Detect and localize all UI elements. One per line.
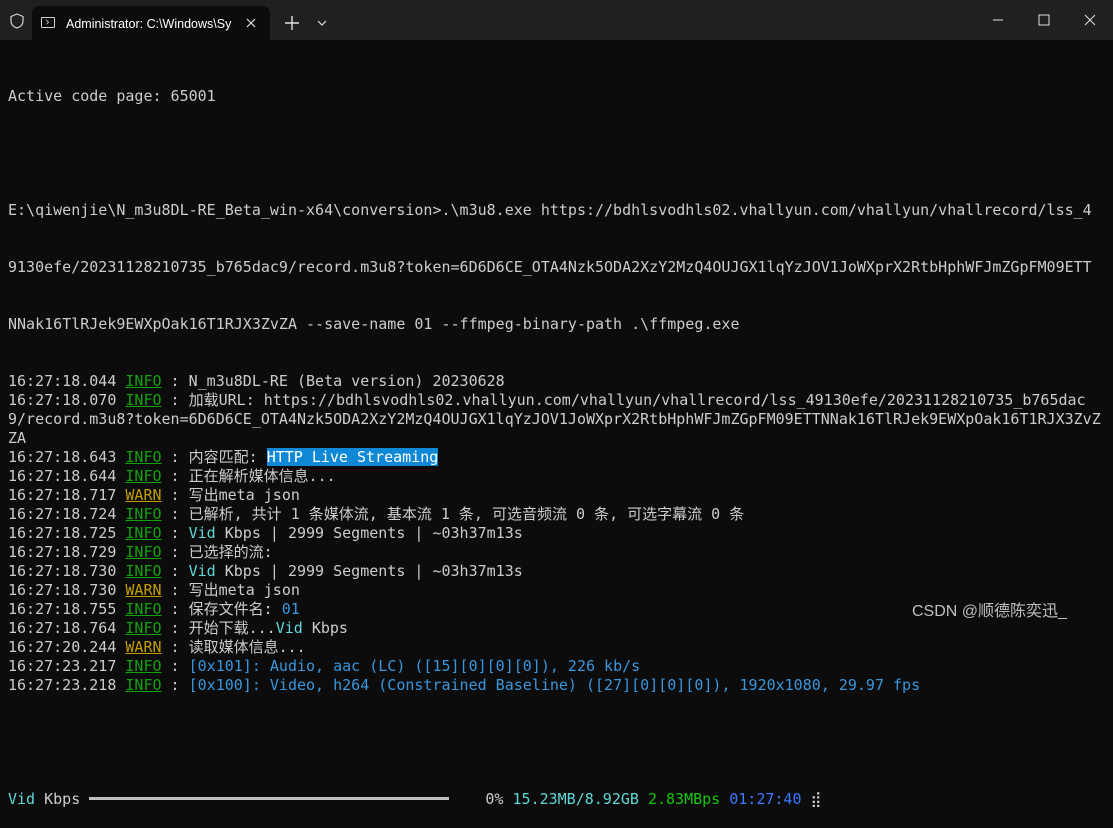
log-timestamp: 16:27:18.044 xyxy=(8,372,117,390)
log-message: 开始下载... xyxy=(188,619,276,637)
log-output: 16:27:18.044 INFO : N_m3u8DL-RE (Beta ve… xyxy=(8,372,1103,695)
log-level: INFO xyxy=(125,619,162,637)
log-line: 9/record.m3u8?token=6D6D6CE_OTA4Nzk5ODA2… xyxy=(8,410,1103,429)
log-line: 16:27:18.643 INFO : 内容匹配: HTTP Live Stre… xyxy=(8,448,439,466)
log-message: 已选择的流: xyxy=(188,543,273,561)
progress-bar xyxy=(89,797,450,800)
terminal-output[interactable]: Active code page: 65001 E:\qiwenjie\N_m3… xyxy=(8,49,1103,828)
tab-title: Administrator: C:\Windows\Sy xyxy=(66,17,232,31)
log-line: 16:27:18.717 WARN : 写出meta json xyxy=(8,486,300,504)
log-message: 保存文件名: xyxy=(188,600,282,618)
log-timestamp: 16:27:18.070 xyxy=(8,391,117,409)
log-detail: 01 xyxy=(281,600,300,618)
watermark: CSDN @顺德陈奕迅_ xyxy=(912,603,1067,620)
log-level: INFO xyxy=(125,372,162,390)
progress-stream-label: Vid xyxy=(8,790,36,808)
log-timestamp: 16:27:18.764 xyxy=(8,619,117,637)
log-line: 16:27:23.218 INFO : [0x100]: Video, h264… xyxy=(8,676,921,694)
progress-percent: 0% xyxy=(485,790,504,808)
progress-size: 15.23MB/8.92GB xyxy=(512,790,639,808)
chevron-down-icon[interactable] xyxy=(312,13,332,33)
log-level: INFO xyxy=(125,391,162,409)
progress-stream-suffix: Kbps xyxy=(35,790,81,808)
progress-speed: 2.83MBps xyxy=(647,790,721,808)
command-line: NNak16TlRJek9EWXpOak16T1RJX3ZvZA --save-… xyxy=(8,315,740,333)
log-timestamp: 16:27:18.644 xyxy=(8,467,117,485)
terminal-tab[interactable]: Administrator: C:\Windows\Sy xyxy=(32,6,270,40)
log-line: 16:27:18.725 INFO : Vid Kbps | 2999 Segm… xyxy=(8,524,523,542)
log-line: 16:27:18.764 INFO : 开始下载...Vid Kbps xyxy=(8,619,348,637)
log-message: 已解析, 共计 1 条媒体流, 基本流 1 条, 可选音频流 0 条, 可选字幕… xyxy=(188,505,745,523)
log-timestamp: 16:27:18.717 xyxy=(8,486,117,504)
log-timestamp: 16:27:23.217 xyxy=(8,657,117,675)
log-line: 16:27:18.644 INFO : 正在解析媒体信息... xyxy=(8,467,336,485)
log-message: 读取媒体信息... xyxy=(188,638,306,656)
close-window-icon[interactable] xyxy=(1067,0,1113,40)
log-level: WARN xyxy=(125,486,162,504)
log-level: INFO xyxy=(125,562,162,580)
log-continuation: 9/record.m3u8?token=6D6D6CE_OTA4Nzk5ODA2… xyxy=(8,410,1101,428)
log-level: INFO xyxy=(125,505,162,523)
log-message: Kbps | 2999 Segments | ~03h37m13s xyxy=(215,562,523,580)
log-level: INFO xyxy=(125,600,162,618)
log-line: ZA xyxy=(8,429,1103,448)
log-timestamp: 16:27:18.729 xyxy=(8,543,117,561)
log-line: 16:27:18.070 INFO : 加载URL: https://bdhls… xyxy=(8,391,1086,409)
command-line: E:\qiwenjie\N_m3u8DL-RE_Beta_win-x64\con… xyxy=(8,201,1092,219)
log-timestamp: 16:27:20.244 xyxy=(8,638,117,656)
log-continuation: ZA xyxy=(8,429,27,447)
terminal-icon xyxy=(41,17,55,28)
log-level: INFO xyxy=(125,448,162,466)
log-message: 正在解析媒体信息... xyxy=(188,467,336,485)
shield-icon xyxy=(10,13,24,29)
codepage-line: Active code page: 65001 xyxy=(8,87,216,105)
progress-eta: 01:27:40 xyxy=(729,790,802,808)
log-line: 16:27:18.729 INFO : 已选择的流: xyxy=(8,543,273,561)
highlighted-text: HTTP Live Streaming xyxy=(266,448,439,466)
log-level: INFO xyxy=(125,657,162,675)
log-level: INFO xyxy=(125,467,162,485)
log-message: N_m3u8DL-RE (Beta version) 20230628 xyxy=(188,372,505,390)
log-detail: [0x100]: Video, h264 (Constrained Baseli… xyxy=(188,676,921,694)
command-line: 9130efe/20231128210735_b765dac9/record.m… xyxy=(8,258,1092,276)
title-bar: Administrator: C:\Windows\Sy xyxy=(0,0,1113,40)
log-line: 16:27:18.730 INFO : Vid Kbps | 2999 Segm… xyxy=(8,562,523,580)
stream-tag: Vid xyxy=(188,562,216,580)
log-timestamp: 16:27:18.643 xyxy=(8,448,117,466)
log-level: INFO xyxy=(125,676,162,694)
log-level: WARN xyxy=(125,581,162,599)
log-message: 加载URL: https://bdhlsvodhls02.vhallyun.co… xyxy=(188,391,1086,409)
log-timestamp: 16:27:23.218 xyxy=(8,676,117,694)
log-message: 写出meta json xyxy=(188,486,300,504)
close-icon[interactable] xyxy=(240,12,262,34)
log-timestamp: 16:27:18.724 xyxy=(8,505,117,523)
log-timestamp: 16:27:18.755 xyxy=(8,600,117,618)
log-message: 写出meta json xyxy=(188,581,300,599)
log-line: 16:27:23.217 INFO : [0x101]: Audio, aac … xyxy=(8,657,641,675)
log-timestamp: 16:27:18.730 xyxy=(8,562,117,580)
log-level: INFO xyxy=(125,524,162,542)
progress-line: Vid Kbps 0% 15.23MB/8.92GB 2.83MBps 01:2… xyxy=(8,790,1103,809)
log-line: 16:27:18.044 INFO : N_m3u8DL-RE (Beta ve… xyxy=(8,372,505,390)
stream-tag: Vid xyxy=(275,619,303,637)
log-message: Kbps | 2999 Segments | ~03h37m13s xyxy=(215,524,523,542)
stream-tag: Vid xyxy=(188,524,216,542)
log-level: INFO xyxy=(125,543,162,561)
log-message-tail: Kbps xyxy=(302,619,348,637)
log-line: 16:27:20.244 WARN : 读取媒体信息... xyxy=(8,638,306,656)
maximize-icon[interactable] xyxy=(1021,0,1067,40)
plus-icon[interactable] xyxy=(280,11,304,35)
log-timestamp: 16:27:18.725 xyxy=(8,524,117,542)
minimize-icon[interactable] xyxy=(975,0,1021,40)
log-detail: [0x101]: Audio, aac (LC) ([15][0][0][0])… xyxy=(188,657,641,675)
spinner-icon: ⣾ xyxy=(810,790,822,808)
log-message: 内容匹配: xyxy=(188,448,267,466)
log-level: WARN xyxy=(125,638,162,656)
log-line: 16:27:18.724 INFO : 已解析, 共计 1 条媒体流, 基本流 … xyxy=(8,505,745,523)
log-timestamp: 16:27:18.730 xyxy=(8,581,117,599)
